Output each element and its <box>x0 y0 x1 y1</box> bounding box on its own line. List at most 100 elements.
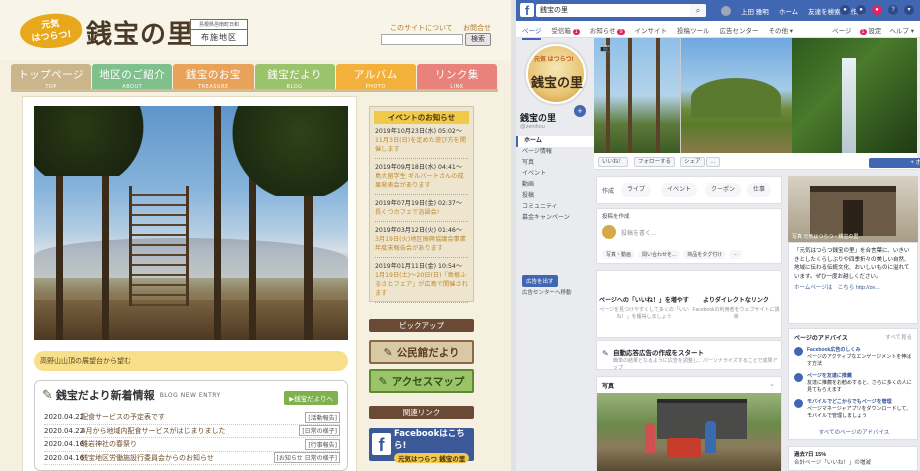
add-button-cta[interactable]: + ボタンを追加 <box>869 158 920 168</box>
like-button[interactable]: いいね！ <box>598 157 629 167</box>
fb-page-name[interactable]: 銭宝の里 <box>520 111 556 124</box>
fb-nav-events[interactable]: イベント <box>516 169 594 180</box>
event-text[interactable]: 島大留学生 ギルバートさんの成果発表会があります <box>375 172 468 190</box>
news-category[interactable]: [日常の様子] <box>299 425 340 437</box>
tip-item[interactable]: Facebook広告のしくみ ページのアクティブなエンゲージメントを伸ばす方法 <box>794 347 916 368</box>
kouminkan-banner[interactable]: ✎ 公民館だより <box>369 340 474 364</box>
event-text[interactable]: 長くつカフェで浴語会! <box>375 208 468 217</box>
nav-treasure[interactable]: 銭宝のお宝 TREASURE <box>173 64 254 90</box>
event-item[interactable]: 2019年10月23日(水) 05:02〜 11月3日(日)を定めた遊び方を開催し… <box>375 127 468 159</box>
chevron-down-icon[interactable]: ▾ <box>904 5 914 15</box>
nav-photo[interactable]: アルバム PHOTO <box>335 64 416 90</box>
fb-nav-photos[interactable]: 写真 <box>516 158 594 169</box>
event-text[interactable]: 1月19日(土)〜20日(日)「島根ふるさとフェア」が広島で開催されます <box>375 271 468 298</box>
event-item[interactable]: 2019年09月18日(水) 04:41〜 島大留学生 ギルバートさんの成果発表会… <box>375 163 468 195</box>
fb-nav-videos[interactable]: 動画 <box>516 180 594 191</box>
website-traffic-option[interactable]: よりダイレクトなリンク Facebookの利用者をウェブサイトに誘導 <box>691 295 781 320</box>
nav-blog[interactable]: 銭宝だより BLOG <box>254 64 335 90</box>
news-row[interactable]: 2020.04.22 4月から地域内配食サービスがはじまりました [日常の様子] <box>44 425 340 438</box>
about-photo[interactable]: 写真 元気はつらつ・銭宝の里 <box>788 176 918 242</box>
ad-center-link[interactable]: 広告センターへ移動 <box>522 288 572 296</box>
camera-icon[interactable]: 📷 <box>600 43 610 52</box>
news-item-title[interactable]: 配食サービスの予定表です <box>81 412 305 422</box>
friends-icon[interactable]: ● <box>840 5 850 15</box>
homepage-link[interactable]: http://ze... <box>856 285 880 291</box>
news-row[interactable]: 2020.04.16 雛岩神社の春祭り [行事報告] <box>44 438 340 452</box>
nav-divider <box>11 89 498 92</box>
event-item[interactable]: 2019年07月19日(金) 02:37〜 長くつカフェで浴語会! <box>375 199 468 222</box>
site-logo-title[interactable]: 銭宝の里 <box>86 14 194 51</box>
follow-button[interactable]: フォローする <box>634 157 676 167</box>
promote-button[interactable]: 広告を出す <box>522 275 558 287</box>
news-item-title[interactable]: 4月から地域内配食サービスがはじまりました <box>81 426 299 436</box>
tab-help[interactable]: ヘルプ ▾ <box>889 25 914 35</box>
photo-thumbnail[interactable] <box>597 393 781 471</box>
website-traffic-title: よりダイレクトなリンク <box>703 298 769 304</box>
fb-search-input[interactable]: 銭宝の里 <box>536 4 706 17</box>
tag-products-button[interactable]: 商品をタグ付け <box>683 250 727 259</box>
help-icon[interactable]: ? <box>888 5 898 15</box>
news-row[interactable]: 2020.04.22 配食サービスの予定表です [活動報告] <box>44 411 340 425</box>
messenger-icon[interactable]: ● <box>856 5 866 15</box>
automated-ads-card[interactable]: ✎ 自動応答広告の作成をスタート 簡単の結果となるように広告を調整し、パーソナラ… <box>596 340 782 371</box>
fb-nav-community[interactable]: コミュニティ <box>516 202 594 213</box>
facebook-banner[interactable]: f Facebookはこちら! 元気はつらつ 銭宝の里 <box>369 428 474 463</box>
news-item-title[interactable]: 雛岩神社の春祭り <box>81 439 305 449</box>
tab-page-right[interactable]: ページ <box>832 25 851 35</box>
news-category[interactable]: [お知らせ 日常の様子] <box>273 452 340 464</box>
get-messages-button[interactable]: 間い合わせを... <box>638 250 681 259</box>
share-button[interactable]: シェア <box>680 157 705 167</box>
access-map-banner[interactable]: ✎ アクセスマップ <box>369 369 474 393</box>
cover-photo[interactable] <box>594 38 792 153</box>
event-text[interactable]: 3月19日(火)地区振興協議会事業 年度末報告会があります <box>375 235 468 253</box>
event-item[interactable]: 2019年03月12日(火) 01:46〜 3月19日(火)地区振興協議会事業 年… <box>375 226 468 258</box>
offer-button[interactable]: クーポン <box>705 183 742 197</box>
kouminkan-label: 公民館だより <box>396 346 460 359</box>
news-row[interactable]: 2020.04.16 銭宝地区労働施設行委員会からのお知らせ [お知らせ 日常の様子… <box>44 452 340 465</box>
fb-nav-about[interactable]: ページ情報 <box>516 147 594 158</box>
nav-link[interactable]: リンク集 LINK <box>416 64 498 90</box>
photo-video-button[interactable]: 写真・動画 <box>602 250 636 259</box>
about-site-link[interactable]: このサイトについて <box>390 24 453 32</box>
job-button[interactable]: 仕事 <box>747 183 772 197</box>
blog-more-button[interactable]: ▶銭宝だよりへ <box>284 391 338 405</box>
boost-likes-option[interactable]: ページへの「いいね！」を増やす ページを見つけやすくして多くの「いいね！」を獲得… <box>599 295 689 320</box>
fb-nav-fundraisers[interactable]: 募金キャンペーン <box>516 213 594 224</box>
tip-item[interactable]: モバイルでどこからでもページを管理 ページマネージャアプリをダウンロードして、モバ… <box>794 399 916 420</box>
site-search-button[interactable]: 検索 <box>465 33 491 46</box>
chevron-down-icon[interactable]: ⌄ <box>769 380 775 388</box>
mountain <box>691 78 781 118</box>
news-category[interactable]: [活動報告] <box>305 411 340 423</box>
fb-nav-posts[interactable]: 投稿 <box>516 191 594 202</box>
see-all-link[interactable]: すべて見る <box>885 333 912 341</box>
event-button[interactable]: イベント <box>661 183 698 197</box>
more-actions-button[interactable]: … <box>706 157 720 167</box>
fb-home-link[interactable]: ホーム <box>779 6 798 16</box>
facebook-icon[interactable]: f <box>520 3 534 18</box>
fb-nav-home[interactable]: ホーム <box>516 136 594 147</box>
event-text[interactable]: 11月3日(日)を定めた遊び方を開催します <box>375 136 468 154</box>
nav-top[interactable]: トップページ TOP <box>11 64 92 90</box>
fb-find-friends-link[interactable]: 友達を検索 <box>808 6 841 16</box>
photos-card: 写真 ⌄ <box>596 376 782 471</box>
site-search-input[interactable] <box>381 34 463 45</box>
search-icon[interactable]: ⌕ <box>690 4 706 17</box>
photos-title[interactable]: 写真 <box>602 381 614 390</box>
all-tips-link[interactable]: すべてのページのアドバイス <box>789 428 919 436</box>
post-input[interactable]: 投稿を書く... <box>621 228 656 237</box>
contact-link[interactable]: お問合せ <box>463 24 491 32</box>
event-item[interactable]: 2019年01月11日(金) 10:54〜 1月19日(土)〜20日(日)「島根ふ… <box>375 262 468 303</box>
avatar[interactable] <box>721 6 731 16</box>
add-photo-icon[interactable]: + <box>574 105 586 117</box>
news-item-title[interactable]: 銭宝地区労働施設行委員会からのお知らせ <box>81 453 274 463</box>
tab-settings[interactable]: 1 設定 <box>859 25 881 35</box>
logo-badge[interactable]: 元気 はつらつ! <box>18 10 84 52</box>
more-options-button[interactable]: … <box>729 250 743 259</box>
live-button[interactable]: ライブ <box>621 183 652 197</box>
page-avatar[interactable]: 元気 はつらつ! 銭宝の里 <box>524 42 588 106</box>
notification-icon[interactable]: ● <box>872 5 882 15</box>
nav-about[interactable]: 地区のご紹介 ABOUT <box>92 64 173 90</box>
news-category[interactable]: [行事報告] <box>305 438 340 450</box>
tip-item[interactable]: ページを友達に推薦 友達に推薦をお勧めすると、さらに多くの人に見てもらえます <box>794 373 916 394</box>
fb-user-name[interactable]: 上田 雅明 <box>741 6 769 16</box>
